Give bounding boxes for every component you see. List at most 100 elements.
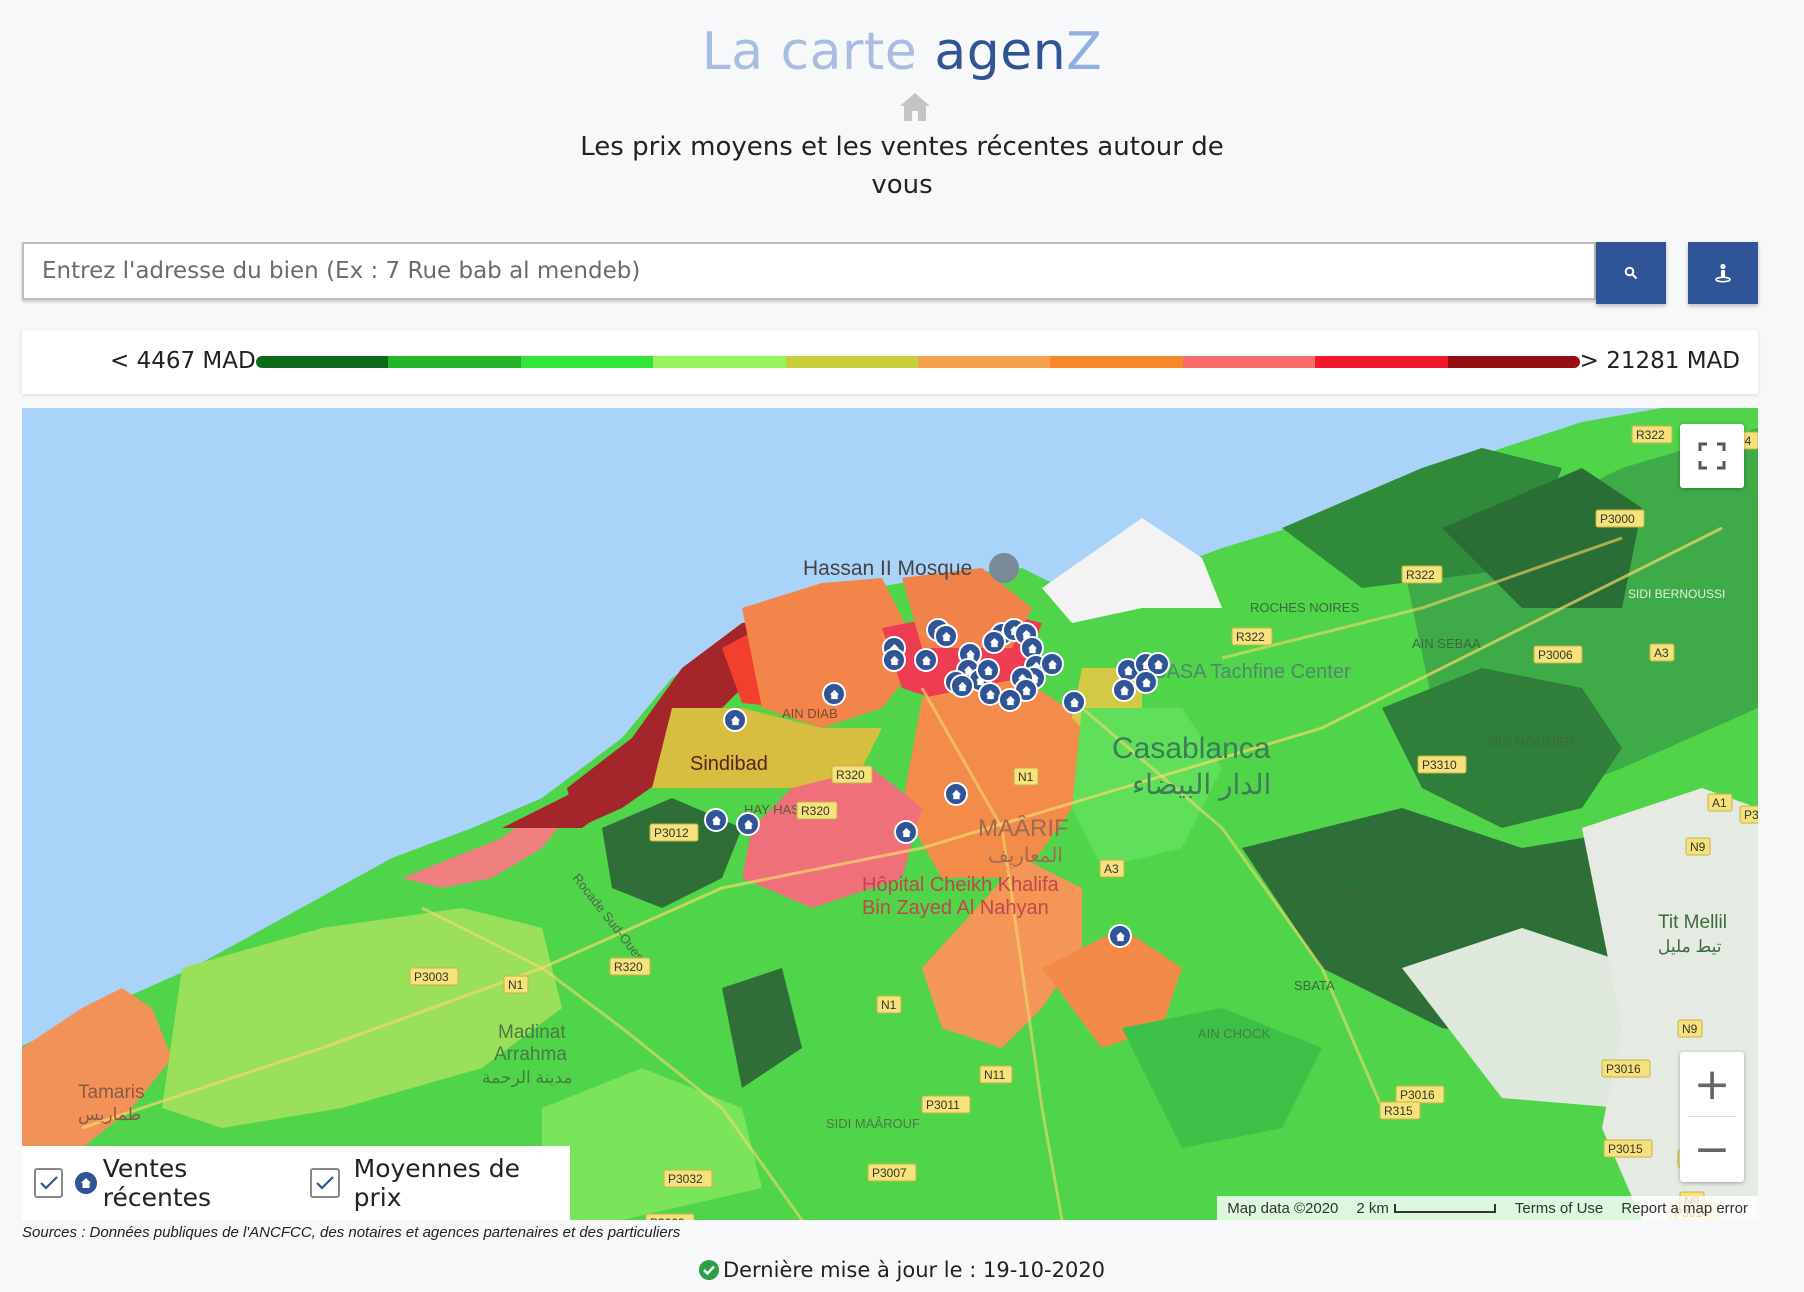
- zone-port: [1042, 518, 1222, 623]
- map-label-tamaris: Tamaris: [78, 1082, 145, 1103]
- sale-marker[interactable]: [723, 708, 747, 732]
- map-scale-label: 2 km: [1356, 1199, 1389, 1217]
- map-label-hospital-2: Bin Zayed Al Nahyan: [862, 897, 1049, 919]
- fullscreen-icon: [1698, 442, 1726, 470]
- map-label-madinat-2: Arrahma: [494, 1044, 567, 1065]
- recent-sales-label: Ventes récentes: [102, 1154, 212, 1212]
- road-label: R322: [1636, 428, 1665, 442]
- road-label: R320: [836, 768, 865, 782]
- sale-marker[interactable]: [914, 648, 938, 672]
- locate-me-button[interactable]: [1688, 242, 1758, 304]
- map-label-maarif-ar: المعاريف: [988, 845, 1063, 867]
- road-label: P3000: [1600, 512, 1635, 526]
- home-icon: [900, 93, 930, 121]
- sale-marker[interactable]: [736, 812, 760, 836]
- fullscreen-button[interactable]: [1680, 424, 1744, 488]
- sale-marker[interactable]: [976, 658, 1000, 682]
- last-update: Dernière mise à jour le : 19-10-2020: [0, 1258, 1804, 1282]
- zoom-out-button[interactable]: −: [1680, 1117, 1744, 1182]
- map-label-sidi-moumen: SIDI MOUMEN: [1486, 734, 1574, 749]
- map-label-sidi-othmane: SIDI OTHMANE: [1286, 886, 1380, 901]
- road-label: N9: [1690, 840, 1706, 854]
- last-update-text: Dernière mise à jour le : 19-10-2020: [722, 1258, 1106, 1282]
- sale-marker[interactable]: [1040, 652, 1064, 676]
- road-label: A1: [1712, 796, 1727, 810]
- search-icon: [1624, 266, 1638, 280]
- road-label: N1: [508, 978, 524, 992]
- sale-marker[interactable]: [944, 782, 968, 806]
- road-label: N1: [881, 998, 897, 1012]
- sale-marker[interactable]: [998, 688, 1022, 712]
- legend-color-segment: [1050, 356, 1183, 368]
- road-label: A3: [1104, 862, 1119, 876]
- map-label-madinat-1: Madinat: [498, 1022, 566, 1043]
- map-label-hospital-1: Hôpital Cheikh Khalifa: [862, 874, 1060, 896]
- address-search-input[interactable]: [22, 242, 1596, 300]
- legend-color-segment: [785, 356, 919, 368]
- map-label-ain-diab: AIN DIAB: [782, 706, 838, 721]
- map-label-ain-chock: AIN CHOCK: [1198, 1026, 1271, 1041]
- sale-marker[interactable]: [950, 674, 974, 698]
- map-label-city-ar: الدار البيضاء: [1132, 769, 1271, 801]
- sale-marker[interactable]: [1134, 670, 1158, 694]
- map-label-sindibad: Sindibad: [690, 753, 768, 775]
- sale-marker[interactable]: [822, 682, 846, 706]
- map-label-sidi-maarouf: SIDI MAÂROUF: [826, 1116, 920, 1131]
- sale-marker[interactable]: [894, 820, 918, 844]
- road-label: N1: [1018, 770, 1034, 784]
- map-label-sidi-bernoussi: SIDI BERNOUSSI: [1628, 587, 1725, 601]
- map-label-tamaris-ar: طماريس: [78, 1105, 141, 1125]
- road-label: P3011: [926, 1098, 960, 1112]
- road-label: P3032: [668, 1172, 703, 1186]
- legend-color-segment: [388, 356, 521, 368]
- map-label-mosque: Hassan II Mosque: [803, 557, 972, 580]
- road-label: P3016: [1606, 1062, 1641, 1076]
- map-attribution: Map data ©2020 2 km Terms of Use Report …: [1217, 1196, 1758, 1220]
- legend-color-segment: [520, 356, 654, 368]
- sale-marker[interactable]: [1108, 924, 1132, 948]
- legend-color-segment: [1182, 356, 1316, 368]
- map-label-roches-noires: ROCHES NOIRES: [1250, 600, 1359, 615]
- average-prices-checkbox[interactable]: [310, 1168, 340, 1198]
- sale-marker[interactable]: [934, 624, 958, 648]
- road-label: R315: [1384, 1104, 1413, 1118]
- map-label-maarif: MAÂRIF: [978, 815, 1069, 842]
- map-label-madinat-ar: مدينة الرحمة: [482, 1068, 572, 1088]
- road-label: P3006: [1538, 648, 1573, 662]
- person-location-icon: [1715, 263, 1731, 283]
- legend-max-label: > 21281 MAD: [1579, 348, 1740, 374]
- average-prices-label: Moyennes de prix: [353, 1154, 520, 1212]
- price-map[interactable]: Hassan II Mosque CASA Tachfine Center Ca…: [22, 408, 1758, 1220]
- map-label-casa-center: CASA Tachfine Center: [1152, 661, 1351, 683]
- road-label: P3008: [1744, 808, 1758, 822]
- data-sources-note: Sources : Données publiques de l'ANCFCC,…: [22, 1224, 681, 1241]
- search-button[interactable]: [1596, 242, 1666, 304]
- mosque-pin-icon: [989, 553, 1019, 583]
- zoom-divider: [1688, 1116, 1736, 1117]
- sale-marker[interactable]: [1112, 678, 1136, 702]
- road-label: P3007: [872, 1166, 907, 1180]
- legend-color-segment: [256, 356, 389, 368]
- page-subtitle: Les prix moyens et les ventes récentes a…: [580, 132, 1224, 200]
- road-label: P3009: [650, 1216, 685, 1220]
- terms-link[interactable]: Terms of Use: [1515, 1200, 1603, 1217]
- road-label: N11: [984, 1068, 1005, 1082]
- sale-marker[interactable]: [1062, 690, 1086, 714]
- road-label: A3: [1654, 646, 1669, 660]
- legend-color-segment: [918, 356, 1051, 368]
- title-part-2: agen: [934, 22, 1067, 82]
- recent-sales-checkbox[interactable]: [34, 1168, 64, 1198]
- road-label: N9: [1682, 1022, 1698, 1036]
- zoom-in-button[interactable]: +: [1680, 1052, 1744, 1117]
- map-label-city: Casablanca: [1112, 732, 1271, 765]
- sale-marker[interactable]: [882, 648, 906, 672]
- house-marker-icon: [73, 1170, 99, 1196]
- legend-color-segment: [653, 356, 786, 368]
- zoom-controls: + −: [1680, 1052, 1744, 1182]
- sale-marker[interactable]: [704, 808, 728, 832]
- sale-marker[interactable]: [982, 630, 1006, 654]
- price-gradient: [256, 356, 1580, 368]
- report-error-link[interactable]: Report a map error: [1621, 1200, 1748, 1217]
- check-icon: [39, 1176, 58, 1190]
- road-label: R322: [1406, 568, 1435, 582]
